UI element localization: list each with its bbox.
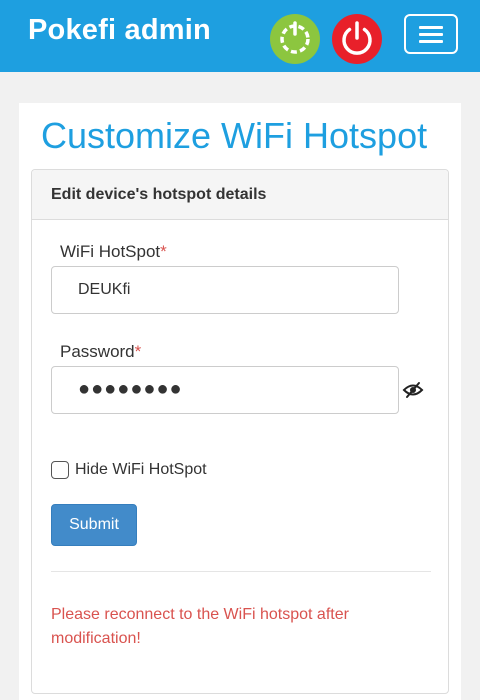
hotspot-form-card: Edit device's hotspot details WiFi HotSp… (31, 169, 449, 694)
card-header-title: Edit device's hotspot details (51, 186, 267, 203)
page-title: Customize WiFi Hotspot (41, 115, 428, 156)
password-label-text: Password (60, 342, 135, 361)
ssid-label-text: WiFi HotSpot (60, 242, 161, 261)
reconnect-notice: Please reconnect to the WiFi hotspot aft… (51, 606, 349, 647)
ssid-label: WiFi HotSpot* (60, 242, 167, 262)
ssid-input-value: DEUKfi (78, 281, 131, 298)
content-panel: Customize WiFi Hotspot Edit device's hot… (19, 103, 461, 700)
hide-hotspot-label[interactable]: Hide WiFi HotSpot (75, 461, 207, 479)
password-label: Password* (60, 342, 141, 362)
password-input[interactable]: ●●●●●●●● (51, 366, 399, 414)
card-header: Edit device's hotspot details (32, 170, 448, 220)
toggle-password-visibility-button[interactable] (402, 380, 424, 400)
required-mark: * (160, 242, 167, 261)
password-input-value: ●●●●●●●● (78, 378, 183, 400)
eye-slash-icon (402, 382, 424, 398)
submit-button[interactable]: Submit (51, 504, 137, 546)
required-mark: * (134, 342, 142, 361)
top-navbar: Pokefi admin (0, 0, 480, 72)
reboot-icon (280, 21, 310, 54)
power-off-button[interactable] (332, 14, 382, 64)
menu-toggle-button[interactable] (404, 14, 458, 54)
ssid-input[interactable]: DEUKfi (51, 266, 399, 314)
hide-hotspot-checkbox[interactable] (51, 461, 69, 479)
brand-title[interactable]: Pokefi admin (28, 14, 211, 47)
power-icon (342, 21, 372, 55)
reboot-button[interactable] (270, 14, 320, 64)
divider (51, 571, 431, 572)
